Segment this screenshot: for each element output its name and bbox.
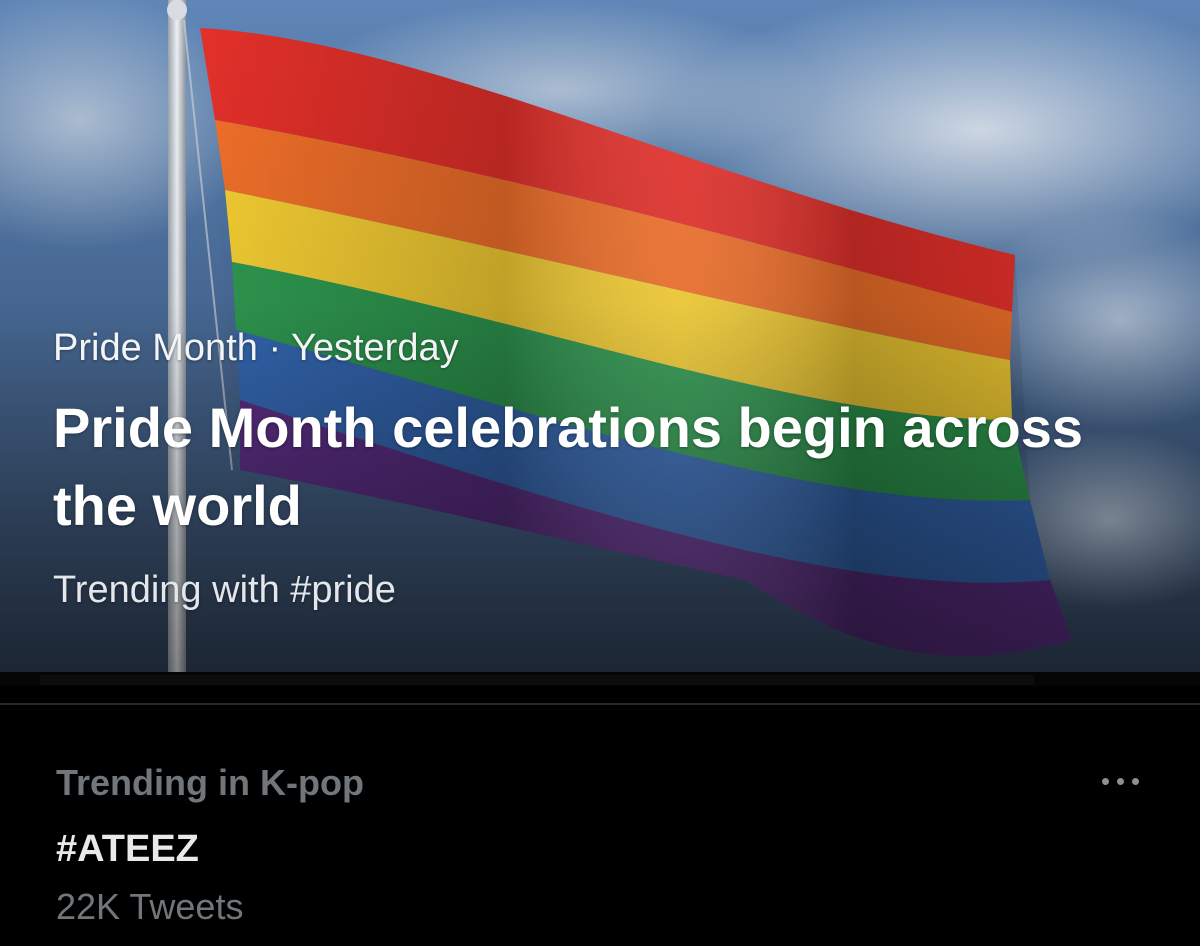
trending-headline[interactable]: Pride Month celebrations begin across th… xyxy=(53,389,1143,545)
more-options-button[interactable] xyxy=(1092,760,1152,800)
trend-context: Trending in K-pop xyxy=(56,762,364,803)
trending-card-meta: Pride Month · Yesterday xyxy=(53,322,1160,374)
card-bottom-edge xyxy=(0,672,1200,686)
trending-category: Pride Month xyxy=(53,327,258,369)
trending-news-card[interactable]: Pride Month · Yesterday Pride Month cele… xyxy=(0,0,1200,672)
trending-subtitle: Trending with #pride xyxy=(53,569,396,611)
trending-card-text: Pride Month · Yesterday Pride Month cele… xyxy=(53,322,1160,615)
trend-tweet-count: 22K Tweets xyxy=(56,886,244,927)
trend-list-item[interactable]: Trending in K-pop #ATEEZ 22K Tweets xyxy=(0,705,1200,946)
trending-time: Yesterday xyxy=(290,327,459,369)
trend-hashtag[interactable]: #ATEEZ xyxy=(56,824,199,874)
meta-separator: · xyxy=(268,327,282,369)
